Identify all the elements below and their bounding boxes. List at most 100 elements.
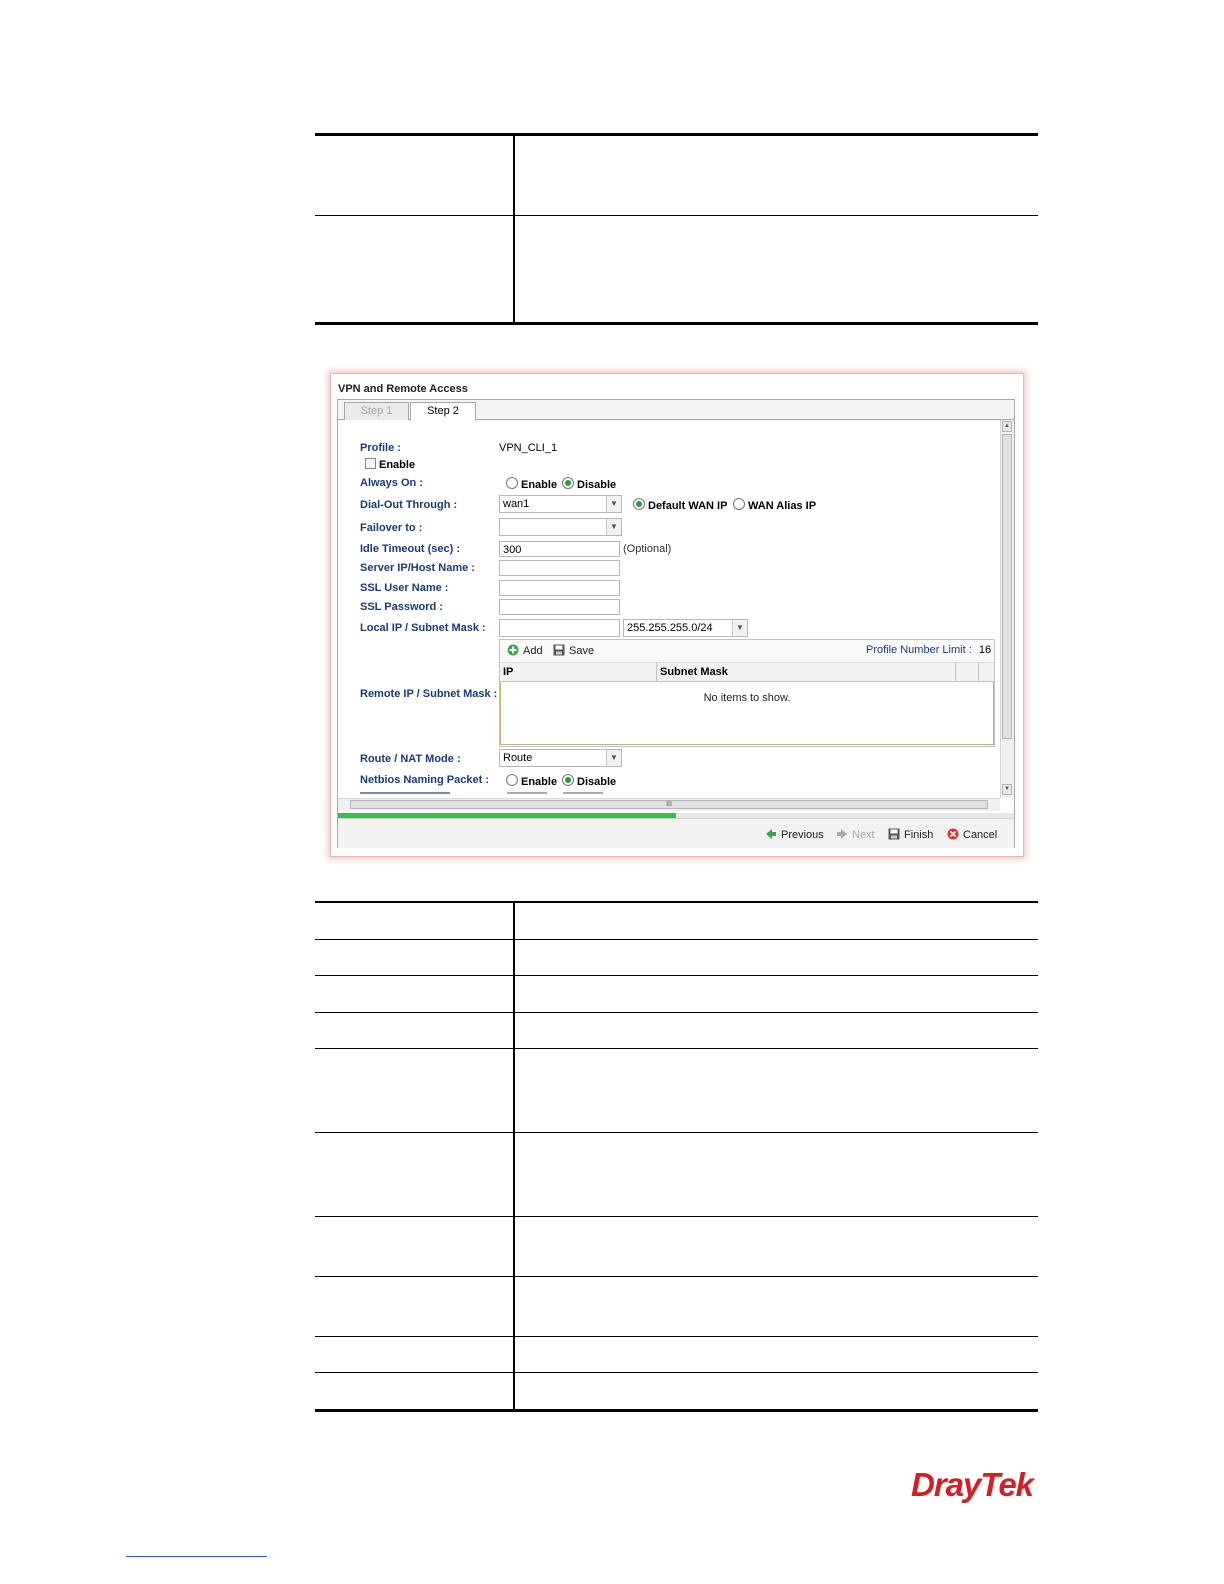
- always-on-label: Always On :: [360, 477, 423, 489]
- select-value: wan1: [503, 498, 530, 510]
- arrow-right-icon: [837, 829, 847, 839]
- idle-timeout-hint: (Optional): [623, 543, 672, 555]
- tab-bar: Step 1 Step 2: [338, 400, 1014, 421]
- idle-timeout-input[interactable]: 300: [499, 541, 620, 557]
- route-nat-label: Route / NAT Mode :: [360, 753, 461, 765]
- dial-out-select[interactable]: wan1 ▼: [499, 495, 622, 513]
- local-ip-input[interactable]: [499, 619, 620, 637]
- footer-link-underline[interactable]: [126, 1556, 267, 1557]
- add-label: Add: [523, 645, 543, 657]
- scroll-thumb[interactable]: [1002, 434, 1012, 739]
- table-row: [315, 1012, 1038, 1048]
- ssl-user-input[interactable]: [499, 580, 620, 596]
- enable-checkbox[interactable]: [365, 458, 376, 469]
- chevron-down-icon[interactable]: ▼: [732, 620, 747, 636]
- radio-icon[interactable]: [633, 498, 645, 510]
- chevron-down-icon[interactable]: ▼: [606, 496, 621, 512]
- grid-body: No items to show.: [500, 682, 994, 745]
- table-row: [315, 1048, 1038, 1132]
- radio-label: Enable: [521, 479, 558, 491]
- server-ip-input[interactable]: [499, 560, 620, 576]
- enable-label: Enable: [379, 459, 416, 471]
- radio-icon[interactable]: [506, 774, 518, 786]
- table-row: [315, 901, 1038, 939]
- select-value: Route: [503, 752, 533, 764]
- table-row: [315, 1276, 1038, 1336]
- bottom-table: [315, 901, 1038, 1412]
- next-button[interactable]: Next: [836, 828, 875, 841]
- chevron-down-icon[interactable]: ▼: [606, 519, 621, 535]
- grid-toolbar: Add Save Profile Number Limit : 16: [500, 640, 994, 663]
- top-table: [315, 133, 1038, 325]
- previous-button[interactable]: Previous: [765, 828, 824, 841]
- cancel-button[interactable]: Cancel: [947, 828, 997, 841]
- failover-select[interactable]: ▼: [499, 518, 622, 536]
- save-icon: [888, 828, 900, 840]
- route-nat-select[interactable]: Route ▼: [499, 749, 622, 767]
- remote-subnet-grid: Add Save Profile Number Limit : 16 IP Su…: [499, 639, 995, 747]
- save-button[interactable]: Save: [553, 644, 594, 657]
- radio-icon[interactable]: [506, 477, 518, 489]
- profile-limit: Profile Number Limit : 16: [866, 644, 991, 656]
- add-button[interactable]: Add: [507, 644, 543, 657]
- default-wan-ip-radio[interactable]: Default WAN IP: [633, 498, 727, 512]
- save-icon: [553, 644, 565, 656]
- scroll-thumb[interactable]: III: [350, 800, 988, 809]
- close-icon: [947, 828, 959, 840]
- chevron-down-icon[interactable]: ▼: [606, 750, 621, 766]
- radio-label: WAN Alias IP: [748, 500, 817, 512]
- tab-step-1[interactable]: Step 1: [344, 402, 409, 420]
- profile-limit-value: 16: [978, 644, 992, 656]
- radio-label: Disable: [577, 776, 617, 788]
- scroll-down-icon[interactable]: ▼: [1002, 784, 1012, 795]
- column-ip[interactable]: IP: [503, 666, 513, 678]
- table-row: [315, 1132, 1038, 1216]
- next-label: Next: [852, 829, 875, 841]
- server-ip-label: Server IP/Host Name :: [360, 562, 475, 574]
- arrow-left-icon: [766, 829, 776, 839]
- enable-checkbox-row[interactable]: Enable: [365, 458, 415, 471]
- radio-icon[interactable]: [733, 498, 745, 510]
- add-icon: [507, 644, 519, 656]
- always-on-disable[interactable]: Disable: [562, 477, 616, 491]
- vertical-scrollbar[interactable]: ▲ ▼: [1000, 420, 1014, 798]
- dialog-title: VPN and Remote Access: [338, 383, 468, 395]
- wizard-footer: Previous Next Finish Cancel: [338, 818, 1014, 848]
- dial-out-label: Dial-Out Through :: [360, 499, 458, 511]
- form-content: Profile : VPN_CLI_1 Enable Always On : E…: [338, 420, 1000, 798]
- ssl-password-input[interactable]: [499, 599, 620, 615]
- column-subnet-mask[interactable]: Subnet Mask: [660, 666, 728, 678]
- tab-step-2[interactable]: Step 2: [410, 402, 476, 421]
- radio-label: Enable: [521, 776, 558, 788]
- finish-button[interactable]: Finish: [888, 828, 933, 841]
- ssl-password-label: SSL Password :: [360, 601, 443, 613]
- ssl-user-label: SSL User Name :: [360, 582, 449, 594]
- remote-ip-label: Remote IP / Subnet Mask :: [360, 688, 498, 700]
- table-row: [315, 133, 1038, 215]
- radio-icon[interactable]: [562, 774, 574, 786]
- table-row: [315, 975, 1038, 1012]
- empty-message: No items to show.: [703, 692, 791, 704]
- always-on-enable[interactable]: Enable: [506, 477, 557, 491]
- scroll-up-icon[interactable]: ▲: [1002, 421, 1012, 432]
- cancel-label: Cancel: [963, 829, 998, 841]
- wan-alias-ip-radio[interactable]: WAN Alias IP: [733, 498, 816, 512]
- netbios-label: Netbios Naming Packet :: [360, 774, 489, 786]
- table-row: [315, 1216, 1038, 1276]
- local-mask-select[interactable]: 255.255.255.0/24 ▼: [623, 619, 748, 637]
- radio-icon[interactable]: [562, 477, 574, 489]
- failover-label: Failover to :: [360, 522, 423, 534]
- horizontal-scrollbar[interactable]: III: [338, 798, 1000, 811]
- netbios-enable[interactable]: Enable: [506, 774, 557, 788]
- previous-label: Previous: [781, 829, 824, 841]
- save-label: Save: [569, 645, 595, 657]
- radio-label: Disable: [577, 479, 617, 491]
- idle-timeout-label: Idle Timeout (sec) :: [360, 543, 461, 555]
- table-row: [315, 1372, 1038, 1409]
- grid-header: IP Subnet Mask: [500, 663, 994, 682]
- profile-label: Profile :: [360, 442, 401, 454]
- netbios-disable[interactable]: Disable: [562, 774, 616, 788]
- select-value: 255.255.255.0/24: [627, 622, 713, 634]
- table-row: [315, 939, 1038, 975]
- finish-label: Finish: [904, 829, 934, 841]
